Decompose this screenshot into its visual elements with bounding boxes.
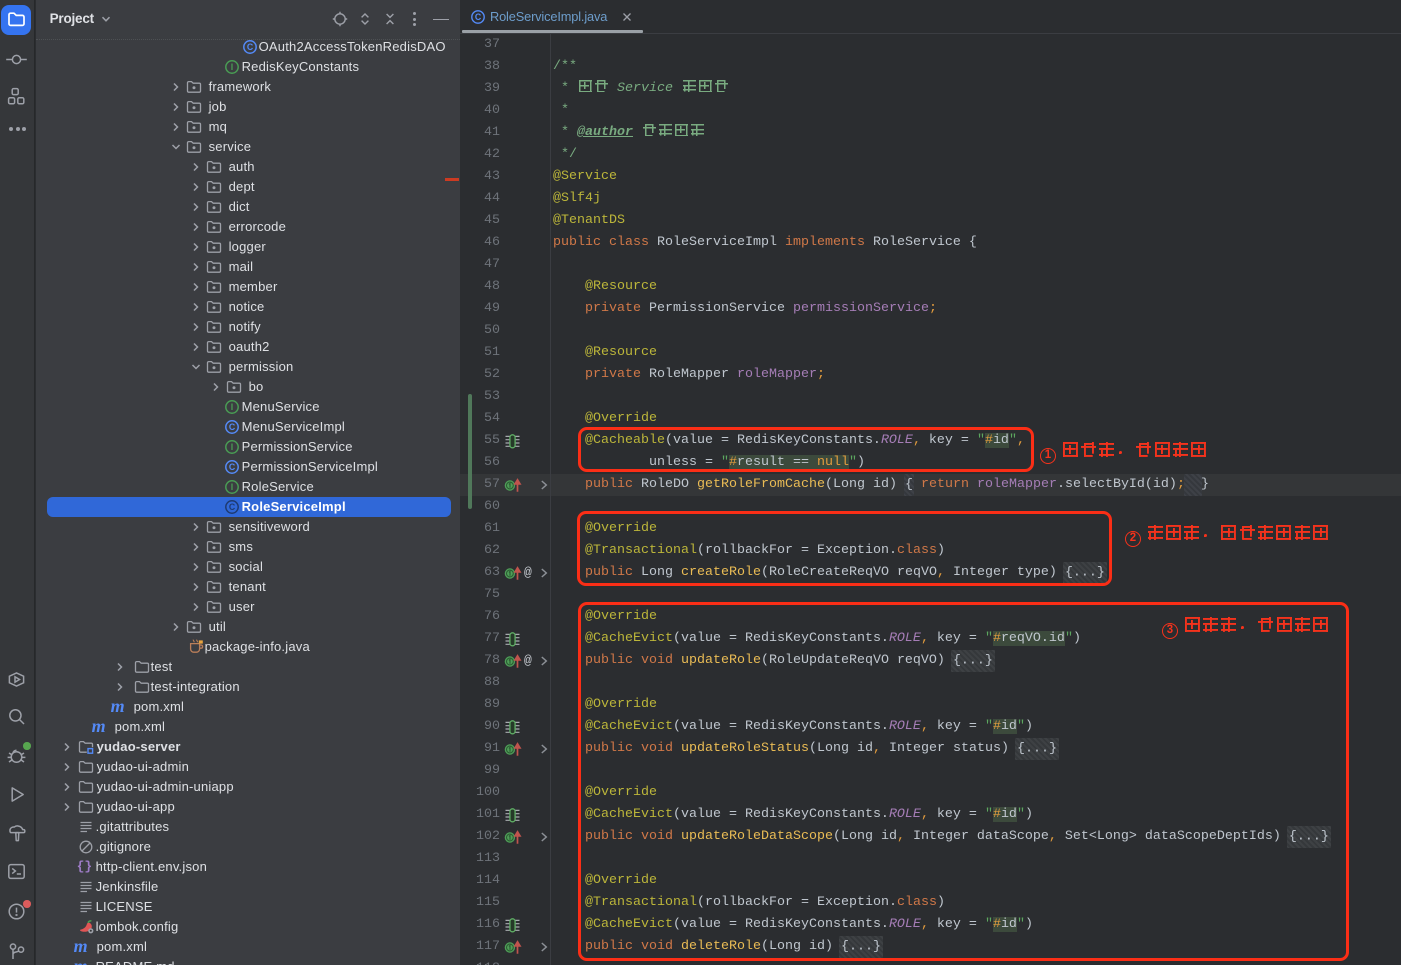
svg-text:C: C: [246, 42, 253, 52]
svg-text:I: I: [230, 442, 232, 452]
svg-text:I: I: [230, 402, 232, 412]
svg-text:C: C: [475, 12, 482, 22]
svg-text:C: C: [228, 422, 235, 432]
svg-text:C: C: [228, 462, 235, 472]
svg-text:I: I: [230, 62, 232, 72]
svg-text:C: C: [228, 502, 235, 512]
svg-text:I: I: [230, 482, 232, 492]
